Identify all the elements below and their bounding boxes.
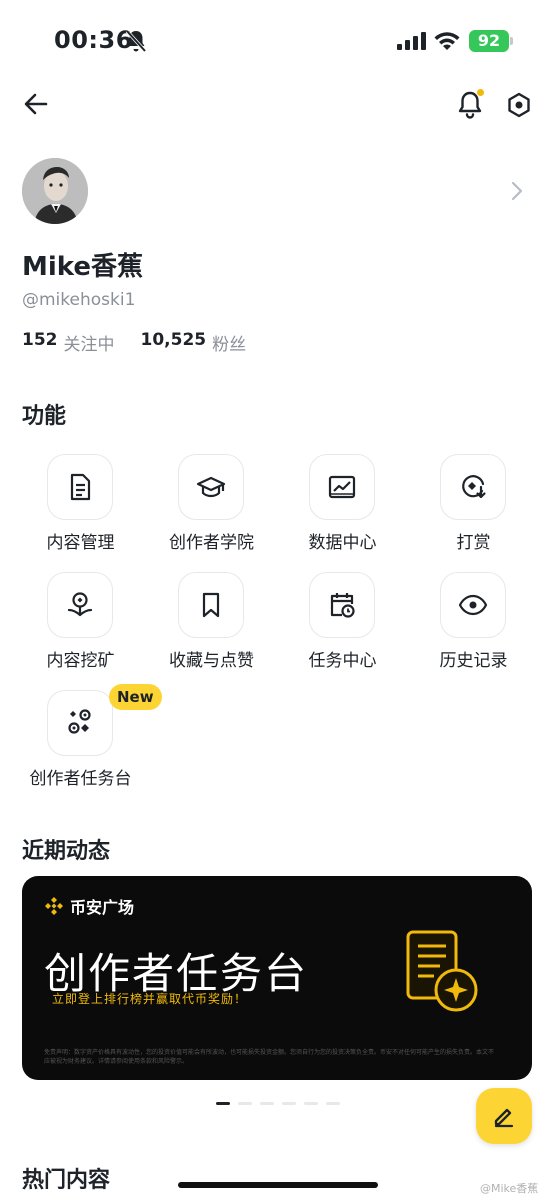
mining-icon bbox=[67, 592, 93, 617]
feature-label: 内容挖矿 bbox=[46, 651, 115, 671]
wifi-icon bbox=[434, 32, 460, 50]
feature-label: 内容管理 bbox=[46, 533, 115, 553]
carousel-dots[interactable] bbox=[216, 1102, 340, 1105]
feature-icon-box bbox=[178, 454, 244, 520]
carousel-dot[interactable] bbox=[216, 1102, 230, 1105]
graduation-cap-icon bbox=[196, 476, 226, 498]
profile-stats: 152 关注中 10,525 粉丝 bbox=[22, 330, 246, 355]
home-indicator[interactable] bbox=[178, 1182, 378, 1188]
feature-icon-box bbox=[178, 572, 244, 638]
binance-logo-icon bbox=[45, 897, 63, 915]
settings-hexagon-icon[interactable] bbox=[506, 92, 532, 118]
feature-creator-academy[interactable]: 创作者学院 bbox=[146, 454, 277, 564]
banner-brand: 币安广场 bbox=[44, 894, 134, 918]
status-time: 00:36 bbox=[54, 26, 133, 54]
watermark: @Mike香蕉 bbox=[480, 1182, 539, 1195]
feature-icon-box bbox=[309, 572, 375, 638]
feature-icon-box bbox=[47, 572, 113, 638]
feature-history[interactable]: 历史记录 bbox=[408, 572, 539, 682]
following-count: 152 bbox=[22, 330, 58, 350]
back-arrow-icon[interactable] bbox=[22, 90, 50, 118]
notifications-button[interactable] bbox=[456, 88, 484, 120]
feature-label: 创作者任务台 bbox=[29, 769, 132, 789]
feature-icon-box bbox=[47, 454, 113, 520]
feature-content-mining[interactable]: 内容挖矿 bbox=[15, 572, 146, 682]
carousel-dot[interactable] bbox=[282, 1102, 296, 1105]
feature-label: 打赏 bbox=[456, 533, 491, 553]
calendar-task-icon bbox=[330, 593, 355, 618]
feature-icon-box bbox=[440, 572, 506, 638]
bell-muted-icon bbox=[125, 29, 147, 53]
banner-disclaimer: 免责声明：数字资产价格具有波动性，您的投资价值可能会有所波动，也可能损失投资金额… bbox=[44, 1049, 495, 1065]
carousel-dot[interactable] bbox=[304, 1102, 318, 1105]
feature-icon-box bbox=[47, 690, 113, 756]
notification-dot bbox=[477, 89, 484, 96]
feature-icon-box bbox=[309, 454, 375, 520]
tip-icon bbox=[462, 475, 486, 499]
feature-label: 创作者学院 bbox=[169, 533, 254, 553]
following-label: 关注中 bbox=[63, 335, 115, 355]
new-badge: New bbox=[109, 684, 162, 710]
pen-icon bbox=[494, 1108, 514, 1128]
recent-title: 近期动态 bbox=[22, 839, 111, 864]
profile-name: Mike香蕉 bbox=[22, 252, 144, 282]
document-icon bbox=[70, 473, 91, 501]
carousel-dot[interactable] bbox=[260, 1102, 274, 1105]
feature-icon-box bbox=[440, 454, 506, 520]
avatar-photo bbox=[22, 158, 88, 224]
feature-label: 收藏与点赞 bbox=[169, 651, 254, 671]
profile-handle: @mikehoski1 bbox=[22, 290, 136, 310]
battery-indicator: 92 bbox=[469, 30, 513, 52]
status-bar: 00:36 92 bbox=[0, 0, 554, 84]
feature-content-management[interactable]: 内容管理 bbox=[15, 454, 146, 564]
bookmark-icon bbox=[202, 592, 220, 618]
chevron-right-icon[interactable] bbox=[508, 180, 526, 202]
cellular-signal-icon bbox=[397, 32, 426, 50]
feature-label: 数据中心 bbox=[308, 533, 377, 553]
following-stat[interactable]: 152 关注中 bbox=[22, 330, 115, 355]
eye-icon bbox=[458, 594, 488, 616]
chart-icon bbox=[328, 475, 356, 499]
banner-subtitle: 立即登上排行榜并赢取代币奖励！ bbox=[52, 992, 248, 1006]
document-coin-illustration bbox=[406, 930, 478, 1012]
followers-count: 10,525 bbox=[140, 330, 207, 350]
followers-label: 粉丝 bbox=[212, 335, 247, 355]
feature-data-center[interactable]: 数据中心 bbox=[277, 454, 408, 564]
carousel-dot[interactable] bbox=[326, 1102, 340, 1105]
feature-creator-task-board[interactable]: New 创作者任务台 bbox=[15, 684, 162, 800]
feature-task-center[interactable]: 任务中心 bbox=[277, 572, 408, 682]
compose-button[interactable] bbox=[476, 1088, 532, 1144]
features-title: 功能 bbox=[22, 404, 67, 429]
banner-brand-text: 币安广场 bbox=[70, 898, 135, 917]
carousel-dot[interactable] bbox=[238, 1102, 252, 1105]
feature-label: 任务中心 bbox=[308, 651, 377, 671]
promo-banner[interactable]: 币安广场 创作者任务台 立即登上排行榜并赢取代币奖励！ 免责声明：数字资产价格具… bbox=[22, 876, 532, 1080]
feature-tip[interactable]: 打赏 bbox=[408, 454, 539, 564]
task-board-icon bbox=[68, 709, 91, 734]
feature-bookmarks-likes[interactable]: 收藏与点赞 bbox=[146, 572, 277, 682]
hot-content-title: 热门内容 bbox=[22, 1168, 111, 1193]
avatar[interactable] bbox=[22, 158, 88, 224]
followers-stat[interactable]: 10,525 粉丝 bbox=[141, 330, 247, 355]
feature-label: 历史记录 bbox=[439, 651, 508, 671]
